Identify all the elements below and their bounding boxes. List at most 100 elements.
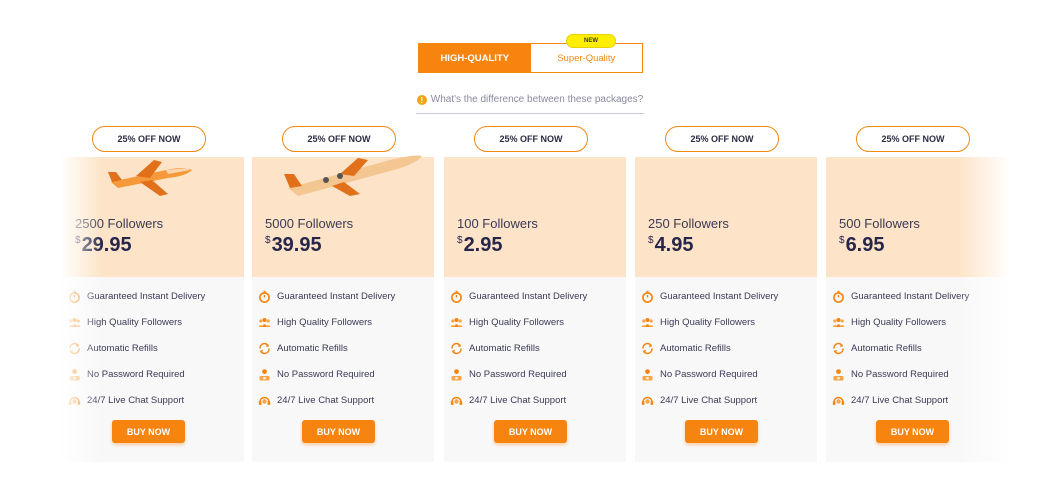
feature-item: No Password Required — [832, 361, 969, 387]
feature-item: No Password Required — [450, 361, 587, 387]
new-badge: NEW — [566, 34, 616, 48]
feature-label: No Password Required — [277, 368, 375, 380]
feature-label: High Quality Followers — [469, 316, 565, 328]
feature-label: Guaranteed Instant Delivery — [469, 290, 588, 302]
follower-count: 5000 Followers — [265, 216, 354, 231]
people-icon — [258, 317, 271, 327]
headset-icon — [832, 396, 845, 405]
price-value: 4.95 — [654, 234, 694, 256]
feature-item: Guaranteed Instant Delivery — [258, 283, 395, 309]
super-quality-tab[interactable]: Super-Quality — [531, 44, 643, 72]
stopwatch-icon — [259, 290, 270, 303]
feature-item: No Password Required — [258, 361, 395, 387]
feature-item: Automatic Refills — [832, 335, 969, 361]
feature-item: Automatic Refills — [450, 335, 587, 361]
feature-label: Automatic Refills — [277, 342, 348, 354]
price-value: 6.95 — [845, 234, 885, 256]
feature-item: High Quality Followers — [832, 309, 969, 335]
feature-item: Automatic Refills — [258, 335, 395, 361]
feature-item: 24/7 Live Chat Support — [641, 387, 778, 413]
discount-badge: 25% OFF NOW — [282, 126, 396, 152]
feature-label: 24/7 Live Chat Support — [660, 394, 758, 406]
buy-now-button[interactable]: BUY NOW — [112, 420, 185, 443]
people-icon — [641, 317, 654, 327]
jet-icon — [284, 155, 422, 196]
feature-item: 24/7 Live Chat Support — [450, 387, 587, 413]
follower-count: 500 Followers — [839, 216, 920, 231]
buy-now-button[interactable]: BUY NOW — [685, 420, 758, 443]
feature-list: Guaranteed Instant Delivery High Quality … — [832, 283, 969, 413]
refresh-icon — [642, 342, 653, 354]
feature-item: 24/7 Live Chat Support — [258, 387, 395, 413]
feature-item: No Password Required — [641, 361, 778, 387]
discount-badge: 25% OFF NOW — [856, 126, 970, 152]
feature-item: 24/7 Live Chat Support — [832, 387, 969, 413]
headset-icon — [450, 396, 463, 405]
stopwatch-icon — [642, 290, 653, 303]
plan-card: 25% OFF NOW 250 Followers $4.95 Guarante… — [635, 126, 817, 462]
user-lock-icon — [259, 368, 270, 380]
feature-label: Automatic Refills — [660, 342, 731, 354]
currency-symbol: $ — [839, 235, 845, 246]
package-difference-text: What's the difference between these pack… — [430, 94, 644, 105]
feature-item: High Quality Followers — [258, 309, 395, 335]
stopwatch-icon — [833, 290, 844, 303]
feature-label: Guaranteed Instant Delivery — [87, 290, 206, 302]
feature-label: Guaranteed Instant Delivery — [851, 290, 970, 302]
refresh-icon — [259, 342, 270, 354]
feature-item: High Quality Followers — [641, 309, 778, 335]
buy-now-button[interactable]: BUY NOW — [876, 420, 949, 443]
buy-now-button[interactable]: BUY NOW — [494, 420, 567, 443]
follower-count: 100 Followers — [457, 216, 538, 231]
airplane-icon — [108, 160, 192, 196]
feature-list: Guaranteed Instant Delivery High Quality … — [258, 283, 395, 413]
info-icon: ! — [416, 95, 427, 105]
headset-icon — [641, 396, 654, 405]
feature-label: 24/7 Live Chat Support — [851, 394, 949, 406]
plan-card: 25% OFF NOW 5000 Followers $39.95 Guaran… — [252, 126, 434, 462]
currency-symbol: $ — [265, 235, 271, 246]
feature-label: 24/7 Live Chat Support — [277, 394, 375, 406]
buy-now-button[interactable]: BUY NOW — [302, 420, 375, 443]
user-lock-icon — [833, 368, 844, 380]
feature-label: Guaranteed Instant Delivery — [660, 290, 779, 302]
price: $4.95 — [648, 234, 694, 257]
feature-label: High Quality Followers — [660, 316, 756, 328]
feature-label: Automatic Refills — [851, 342, 922, 354]
price-value: 2.95 — [463, 234, 503, 256]
people-icon — [832, 317, 845, 327]
discount-badge: 25% OFF NOW — [474, 126, 588, 152]
feature-label: No Password Required — [660, 368, 758, 380]
feature-item: Guaranteed Instant Delivery — [832, 283, 969, 309]
plan-card: 25% OFF NOW 500 Followers $6.95 Guarante… — [826, 126, 1008, 462]
refresh-icon — [451, 342, 462, 354]
currency-symbol: $ — [648, 235, 654, 246]
price: $6.95 — [839, 234, 885, 257]
feature-item: Automatic Refills — [641, 335, 778, 361]
currency-symbol: $ — [457, 235, 463, 246]
price: $2.95 — [457, 234, 503, 257]
feature-item: High Quality Followers — [450, 309, 587, 335]
feature-label: 24/7 Live Chat Support — [469, 394, 567, 406]
feature-label: High Quality Followers — [851, 316, 947, 328]
feature-label: Automatic Refills — [469, 342, 540, 354]
user-lock-icon — [642, 368, 653, 380]
user-lock-icon — [451, 368, 462, 380]
discount-badge: 25% OFF NOW — [92, 126, 206, 152]
feature-label: No Password Required — [851, 368, 949, 380]
feature-label: No Password Required — [469, 368, 567, 380]
feature-item: Guaranteed Instant Delivery — [641, 283, 778, 309]
plan-card: 25% OFF NOW 2500 Followers $29.95 Guaran… — [62, 126, 244, 462]
stopwatch-icon — [451, 290, 462, 303]
price: $39.95 — [265, 234, 322, 257]
plan-card: 25% OFF NOW 100 Followers $2.95 Guarante… — [444, 126, 626, 462]
people-icon — [450, 317, 463, 327]
feature-list: Guaranteed Instant Delivery High Quality … — [641, 283, 778, 413]
feature-label: High Quality Followers — [277, 316, 373, 328]
feature-list: Guaranteed Instant Delivery High Quality … — [450, 283, 587, 413]
high-quality-tab[interactable]: HIGH-QUALITY — [419, 44, 531, 72]
package-difference-link[interactable]: ! What's the difference between these pa… — [416, 94, 644, 114]
discount-badge: 25% OFF NOW — [665, 126, 779, 152]
refresh-icon — [833, 342, 844, 354]
feature-label: Guaranteed Instant Delivery — [277, 290, 396, 302]
